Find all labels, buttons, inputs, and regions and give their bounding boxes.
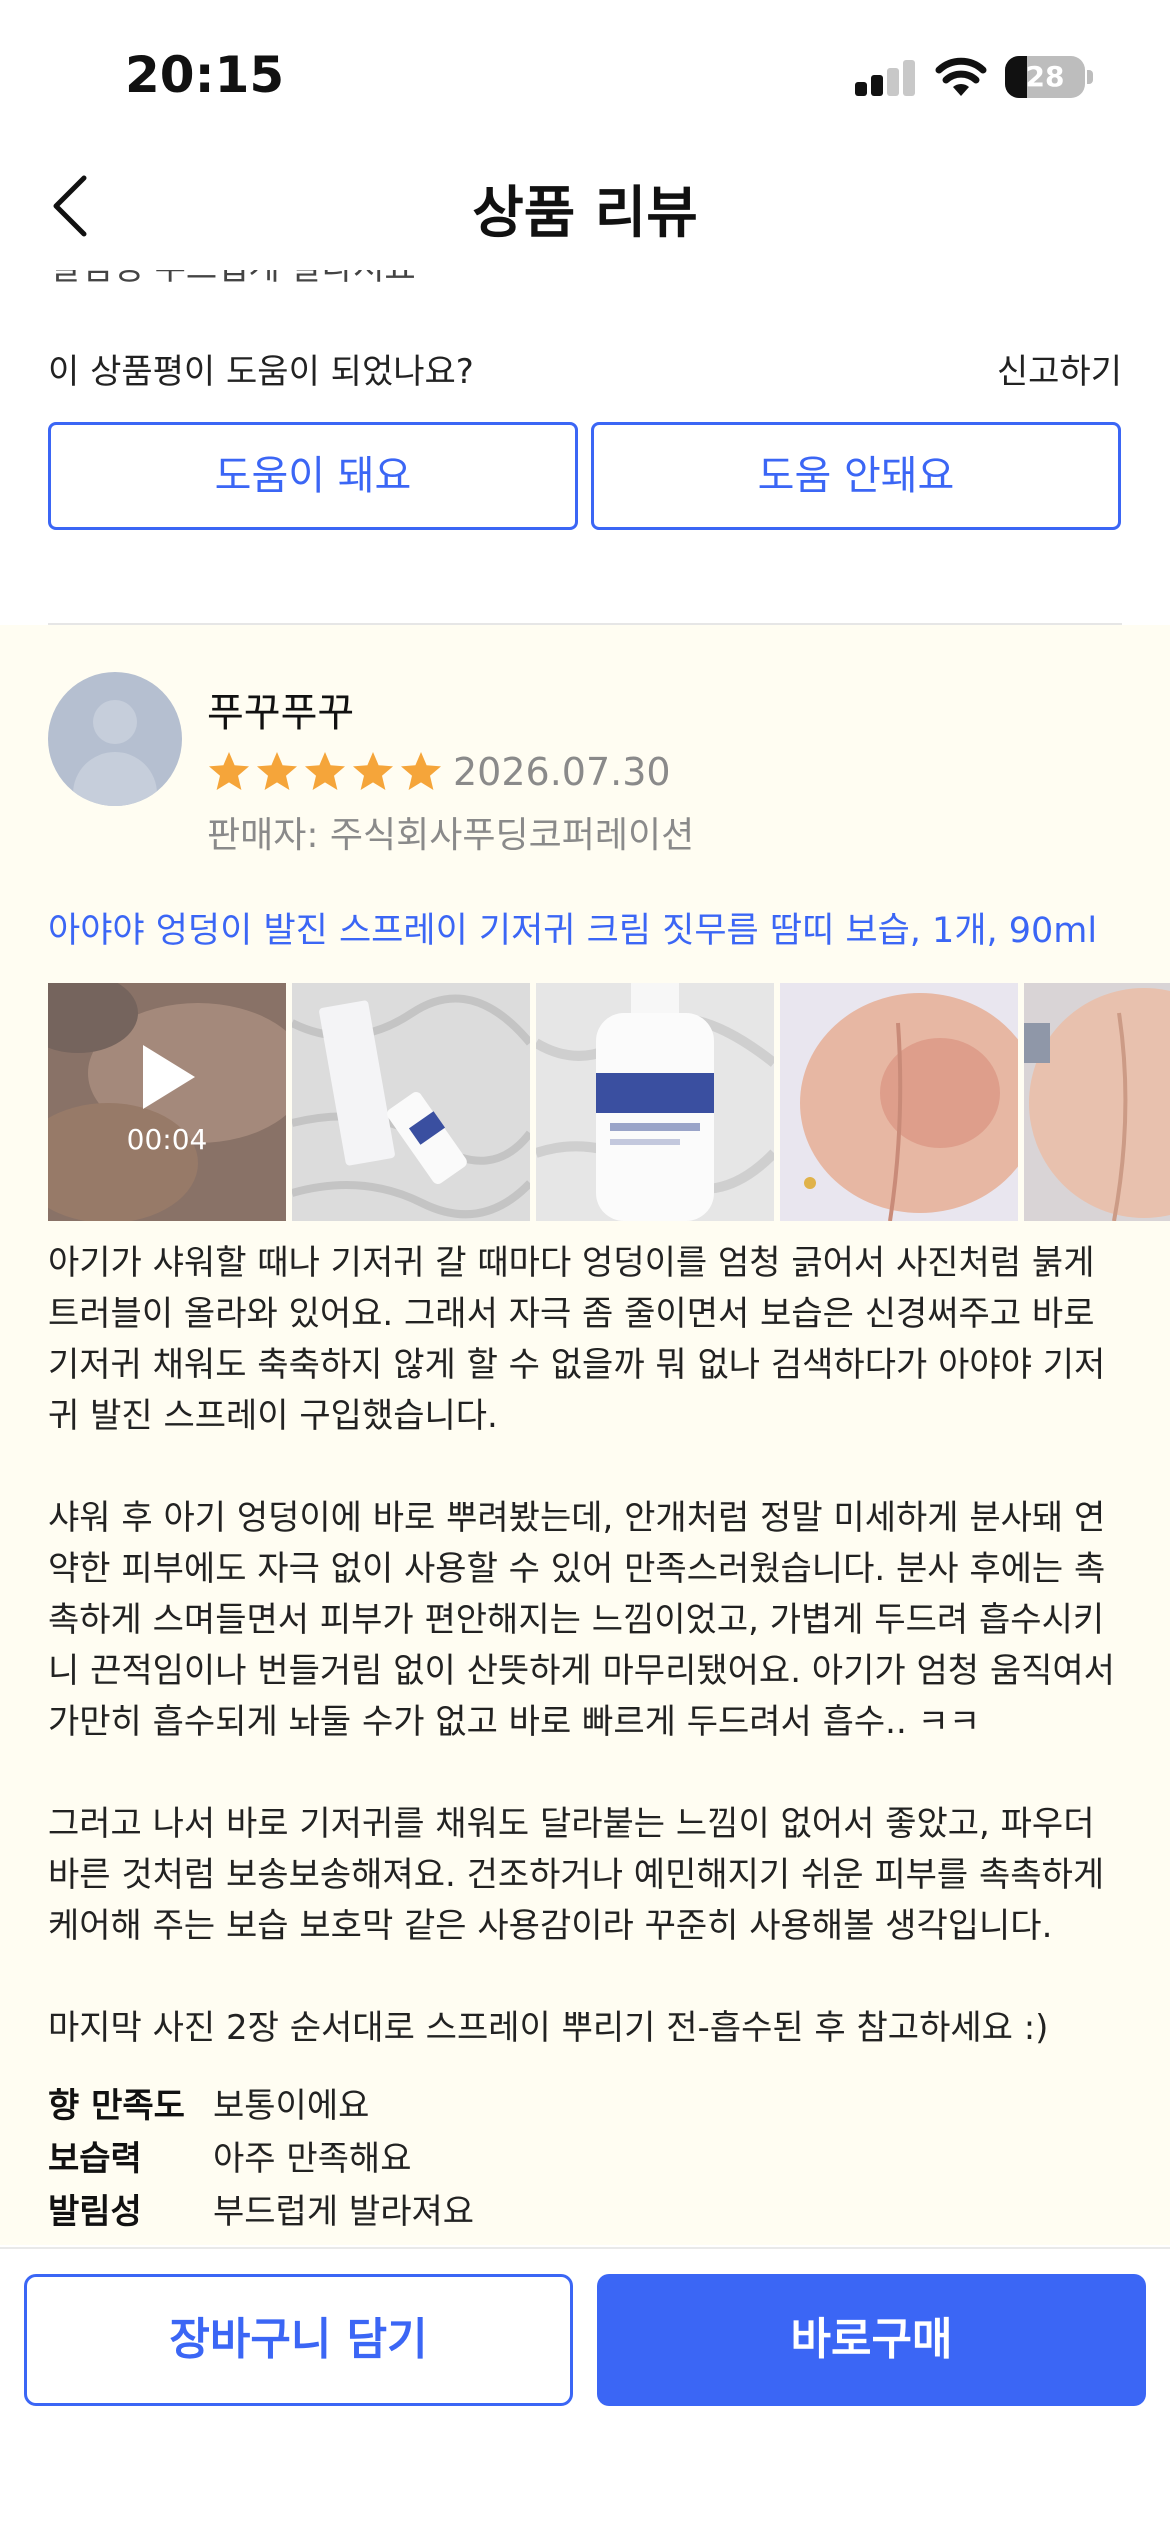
- helpful-no-button[interactable]: 도움 안돼요: [591, 422, 1121, 530]
- review-attributes: 향 만족도 보통이에요 보습력 아주 만족해요 발림성 부드럽게 발라져요: [48, 2080, 474, 2239]
- review-paragraph: 마지막 사진 2장 순서대로 스프레이 뿌리기 전-흡수된 후 참고하세요 :): [48, 2008, 1049, 2048]
- attribute-value: 보통이에요: [213, 2086, 370, 2126]
- attribute-row: 보습력 아주 만족해요: [48, 2133, 474, 2186]
- star-icon: [209, 752, 249, 790]
- review-date: 2026.07.30: [453, 750, 671, 794]
- reviewer-name: 푸꾸푸꾸: [207, 690, 355, 736]
- status-time: 20:15: [125, 46, 285, 104]
- attribute-value: 아주 만족해요: [213, 2139, 412, 2179]
- report-link[interactable]: 신고하기: [997, 344, 1122, 393]
- helpful-yes-button[interactable]: 도움이 돼요: [48, 422, 578, 530]
- star-icon: [401, 752, 441, 790]
- product-link[interactable]: 아야야 엉덩이 발진 스프레이 기저귀 크림 짓무름 땀띠 보습, 1개, 90…: [48, 902, 1097, 953]
- star-icon: [257, 752, 297, 790]
- buy-now-button[interactable]: 바로구매: [597, 2274, 1146, 2406]
- after-photo[interactable]: [1024, 983, 1170, 1221]
- star-icon: [353, 752, 393, 790]
- star-icon: [305, 752, 345, 790]
- review-paragraph: 그러고 나서 바로 기저귀를 채워도 달라붙는 느낌이 없어서 좋았고, 파우더…: [48, 1804, 1105, 1946]
- bottom-action-bar: 장바구니 담기 바로구매: [0, 2247, 1170, 2532]
- wifi-icon: [935, 57, 987, 96]
- status-bar: 20:15 28: [0, 0, 1170, 140]
- attribute-key: 향 만족도: [48, 2086, 185, 2126]
- seller-name: 판매자: 주식회사푸딩코퍼레이션: [207, 815, 695, 856]
- play-icon: [143, 1045, 195, 1109]
- video-duration: 00:04: [126, 1123, 208, 1156]
- review-body: 아기가 샤워할 때나 기저귀 갈 때마다 엉덩이를 엄청 긁어서 사진처럼 붉게…: [48, 1238, 1128, 2054]
- attribute-key: 보습력: [48, 2139, 142, 2179]
- attribute-row: 발림성 부드럽게 발라져요: [48, 2186, 474, 2239]
- star-rating: [205, 748, 445, 796]
- avatar: [48, 672, 182, 806]
- review-paragraph: 샤워 후 아기 엉덩이에 바로 뿌려봤는데, 안개처럼 정말 미세하게 분사돼 …: [48, 1498, 1115, 1742]
- attribute-key: 발림성: [48, 2192, 142, 2232]
- before-photo[interactable]: [780, 983, 1018, 1221]
- review-paragraph: 아기가 샤워할 때나 기저귀 갈 때마다 엉덩이를 엄청 긁어서 사진처럼 붉게…: [48, 1243, 1106, 1436]
- attribute-row: 향 만족도 보통이에요: [48, 2080, 474, 2133]
- battery-level: 28: [1025, 60, 1065, 93]
- page-title: 상품 리뷰: [472, 181, 698, 246]
- attribute-value: 부드럽게 발라져요: [213, 2192, 475, 2232]
- product-bottle-photo[interactable]: [536, 983, 774, 1221]
- nav-header: 상품 리뷰: [0, 140, 1170, 270]
- add-to-cart-button[interactable]: 장바구니 담기: [24, 2274, 573, 2406]
- cellular-signal-icon: [855, 60, 917, 96]
- photo-strip[interactable]: 00:04: [48, 983, 1170, 1221]
- product-box-photo[interactable]: [292, 983, 530, 1221]
- battery-icon: 28: [1005, 56, 1093, 98]
- video-thumbnail[interactable]: 00:04: [48, 983, 286, 1221]
- helpful-question: 이 상품평이 도움이 되었나요?: [48, 352, 474, 392]
